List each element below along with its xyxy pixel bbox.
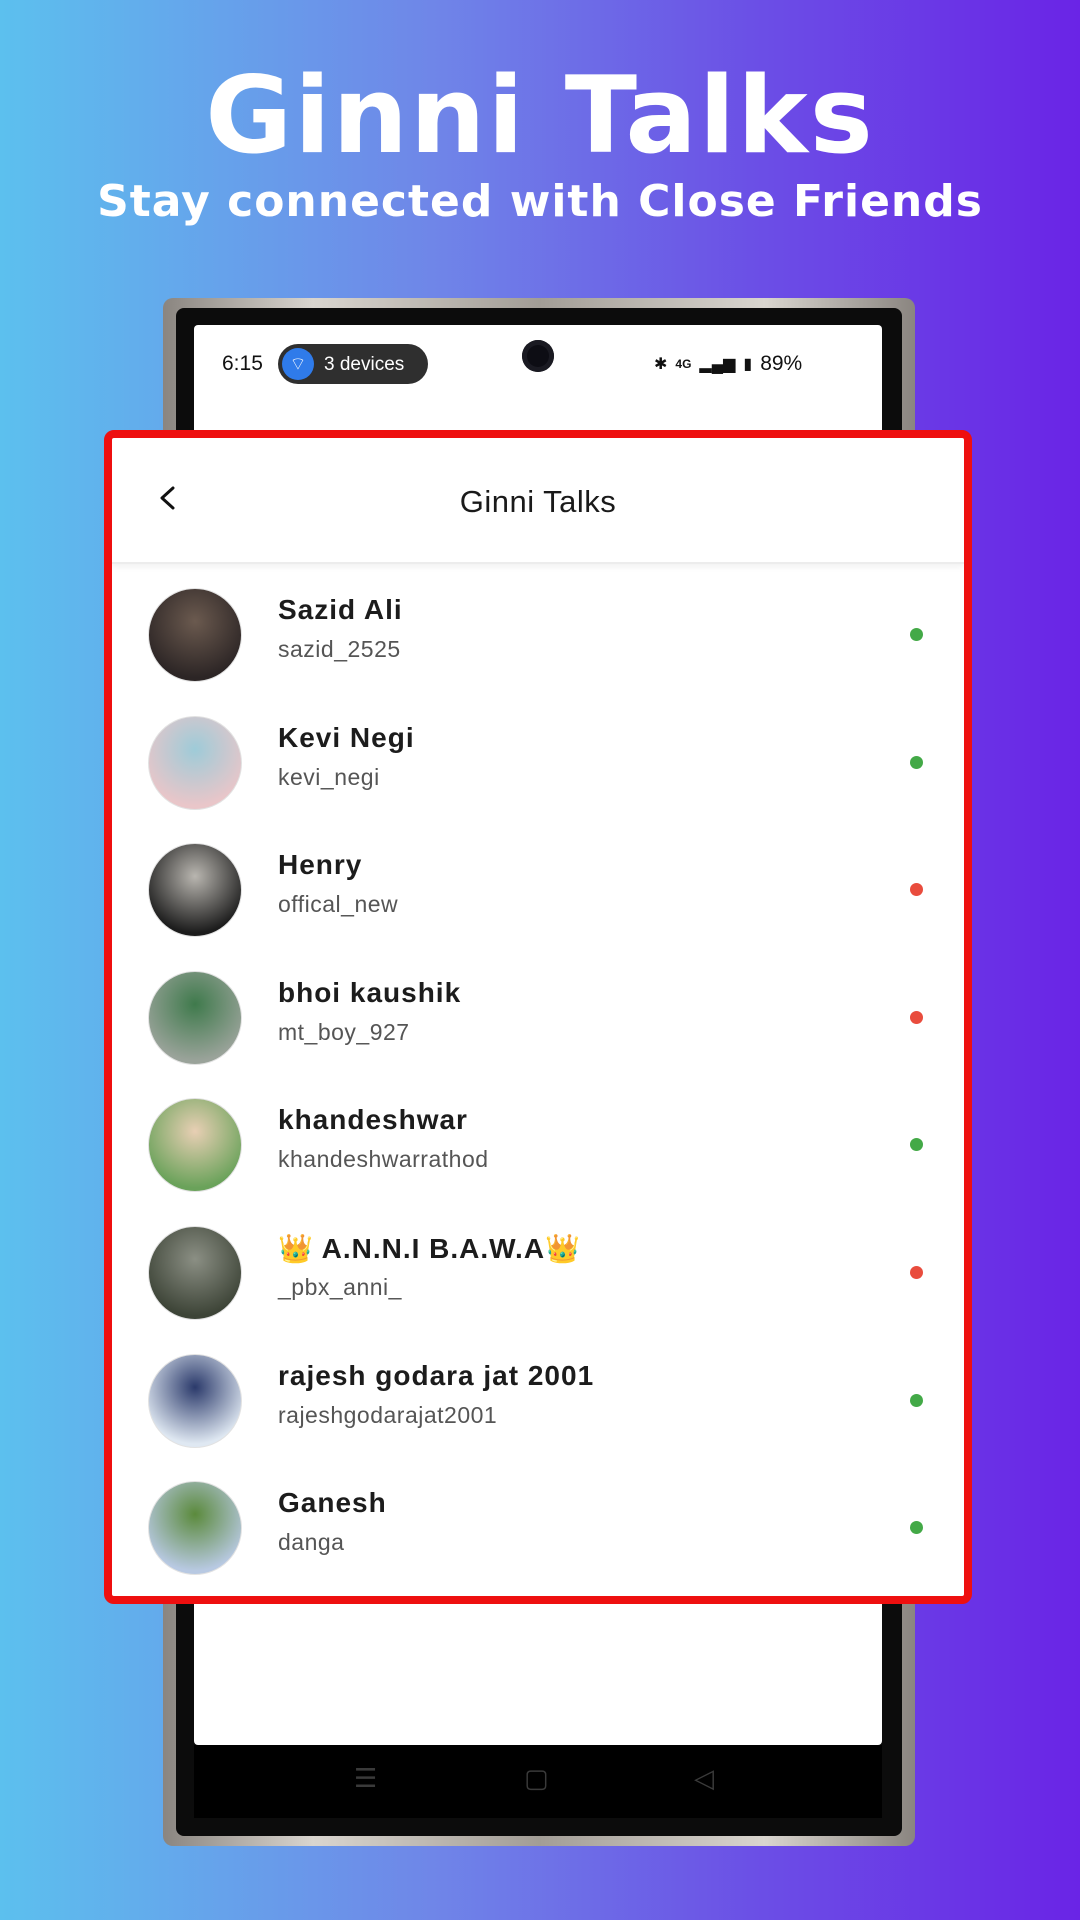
- app-screen: Ginni Talks Sazid Ali sazid_2525 Kevi Ne…: [104, 430, 972, 1604]
- user-handle: mt_boy_927: [278, 1018, 410, 1045]
- user-handle: _pbx_anni_: [278, 1273, 402, 1300]
- avatar: [148, 843, 242, 938]
- avatar: [148, 1481, 242, 1576]
- status-dot: [910, 1138, 923, 1152]
- status-dot: [910, 1393, 923, 1407]
- list-item[interactable]: rajesh godara jat 2001 rajeshgodarajat20…: [112, 1344, 964, 1472]
- camera-cutout: [522, 340, 554, 372]
- user-name: khandeshwar: [278, 1104, 468, 1136]
- user-name: Sazid Ali: [278, 594, 403, 625]
- network-label: 4G: [675, 357, 692, 371]
- user-list: Sazid Ali sazid_2525 Kevi Negi kevi_negi…: [112, 578, 964, 1596]
- avatar: [148, 588, 242, 682]
- user-handle: offical_new: [278, 891, 399, 918]
- back-nav-icon[interactable]: ◁: [694, 1763, 714, 1794]
- user-handle: rajeshgodarajat2001: [278, 1401, 498, 1428]
- promo-title: Ginni Talks: [205, 54, 875, 177]
- status-dot: [910, 1010, 923, 1024]
- status-dot: [910, 883, 923, 897]
- status-dot: [910, 755, 923, 769]
- list-item[interactable]: Sazid Ali sazid_2525: [112, 578, 964, 706]
- bluetooth-icon: ✱: [654, 356, 668, 373]
- avatar: [148, 970, 242, 1065]
- status-time: 6:15: [222, 352, 263, 375]
- status-dot: [910, 628, 923, 641]
- list-item[interactable]: Kevi Negi kevi_negi: [112, 706, 964, 834]
- user-name: bhoi kaushik: [278, 976, 462, 1008]
- battery-level: 89%: [760, 352, 803, 375]
- devices-pill[interactable]: ⌔ 3 devices: [278, 344, 428, 384]
- battery-icon: ▮: [743, 356, 753, 373]
- app-header: Ginni Talks: [112, 438, 964, 564]
- status-icons: ✱ 4G ▂▄▆ ▮ 89%: [654, 352, 802, 376]
- android-nav-bar: ☰ ▢ ◁: [194, 1745, 882, 1818]
- list-item[interactable]: bhoi kaushik mt_boy_927: [112, 961, 964, 1089]
- promo-subtitle: Stay connected with Close Friends: [97, 176, 983, 227]
- status-dot: [910, 1521, 923, 1535]
- user-name: rajesh godara jat 2001: [278, 1359, 595, 1391]
- user-handle: kevi_negi: [278, 763, 380, 790]
- avatar: [148, 1353, 242, 1448]
- user-name: Henry: [278, 849, 363, 881]
- recents-icon[interactable]: ☰: [354, 1763, 377, 1794]
- user-handle: danga: [278, 1529, 345, 1556]
- list-item[interactable]: Ganesh danga: [112, 1471, 964, 1596]
- user-name: Kevi Negi: [278, 721, 415, 753]
- devices-label: 3 devices: [324, 354, 405, 375]
- list-item[interactable]: khandeshwar khandeshwarrathod: [112, 1088, 964, 1216]
- wifi-icon: ⌔: [282, 348, 314, 380]
- avatar: [148, 715, 242, 810]
- user-name: 👑 A.N.N.I B.A.W.A👑: [278, 1232, 581, 1264]
- user-handle: khandeshwarrathod: [278, 1146, 489, 1173]
- signal-icon: ▂▄▆: [699, 356, 736, 373]
- list-item[interactable]: Henry offical_new: [112, 833, 964, 961]
- user-handle: sazid_2525: [278, 636, 401, 662]
- status-dot: [910, 1265, 923, 1279]
- avatar: [148, 1098, 242, 1193]
- app-title: Ginni Talks: [459, 484, 617, 519]
- home-icon[interactable]: ▢: [524, 1763, 549, 1794]
- user-name: Ganesh: [278, 1487, 387, 1519]
- avatar: [148, 1225, 242, 1320]
- list-item[interactable]: 👑 A.N.N.I B.A.W.A👑 _pbx_anni_: [112, 1216, 964, 1344]
